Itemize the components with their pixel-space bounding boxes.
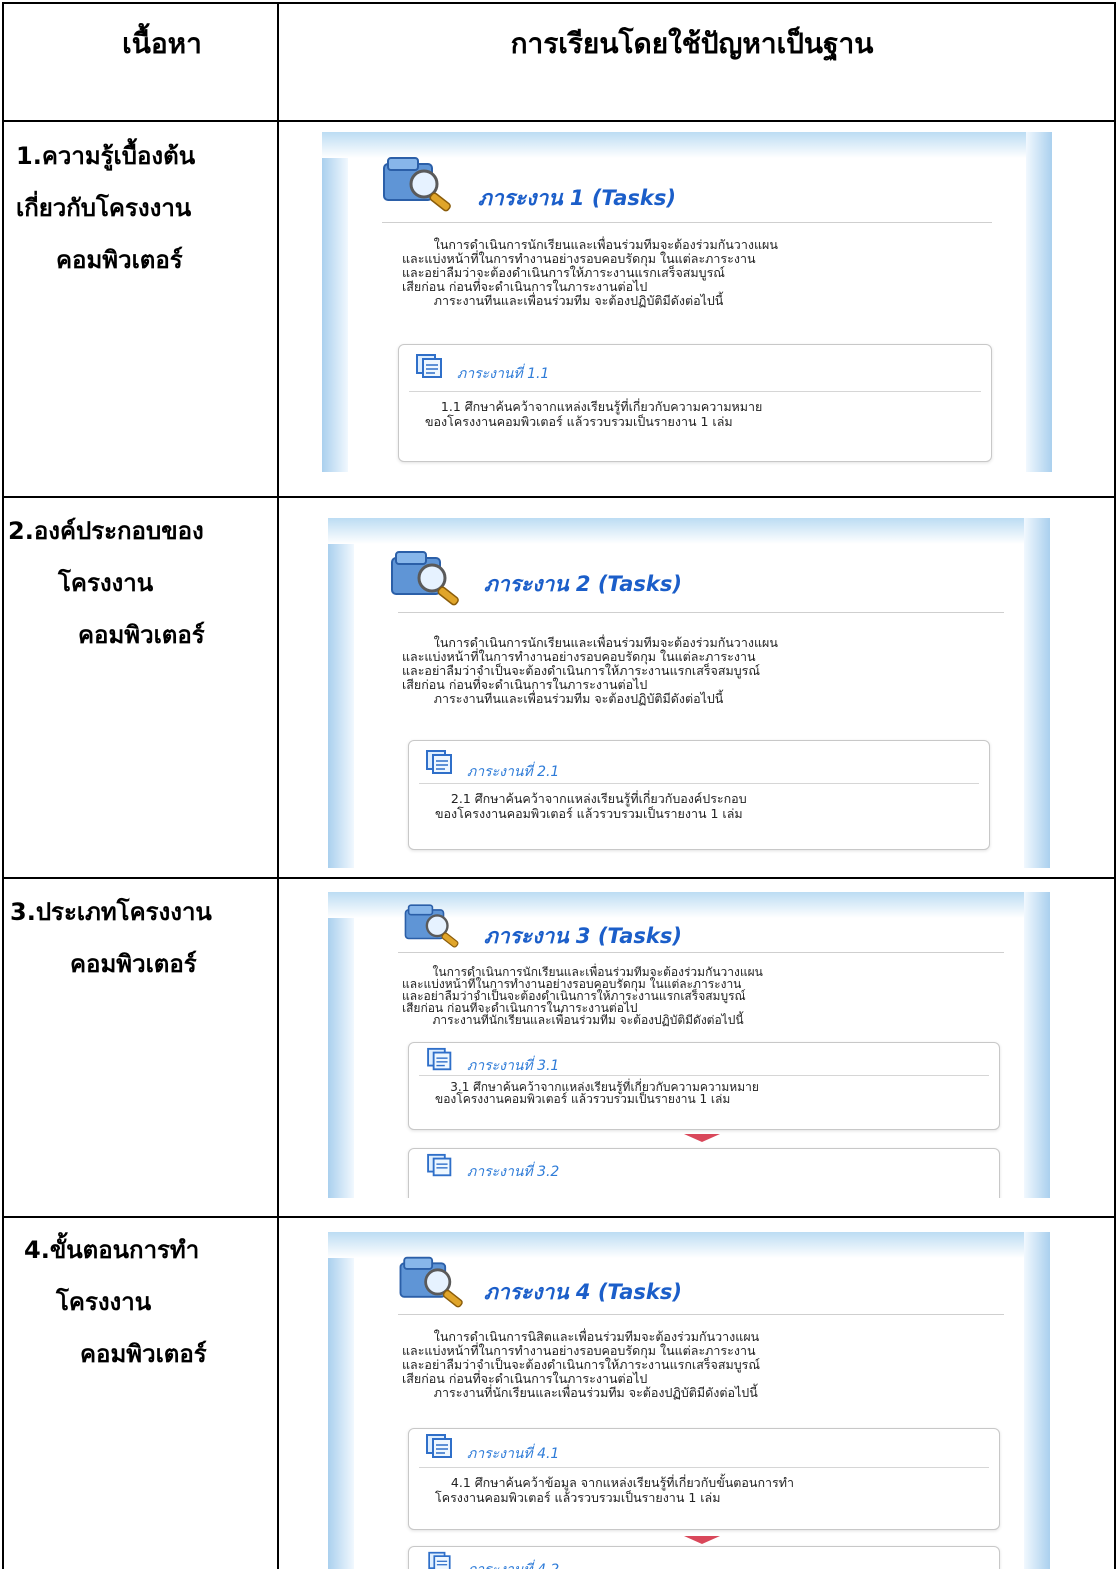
subtask-title: ภาระงานที่ 2.1 <box>467 764 560 780</box>
search-folder-icon <box>391 551 459 606</box>
documents-icon <box>416 354 442 378</box>
divider <box>409 391 981 392</box>
documents-icon <box>426 750 452 774</box>
header-content: เนื้อหา <box>122 27 202 60</box>
topic-line: คอมพิวเตอร์ <box>56 246 183 274</box>
subtask-title: ภาระงานที่ 4.2 <box>467 1559 559 1569</box>
subtask-card-3-1[interactable]: ภาระงานที่ 3.1 3.1 ศึกษาค้นคว้าจากแหล่งเ… <box>408 1042 1000 1130</box>
task-panel-instructions: ในการดำเนินการนักเรียนและเพื่อนร่วมทีมจะ… <box>402 237 778 308</box>
topic-line: เกี่ยวกับโครงงาน <box>16 194 192 222</box>
topic-line: 2.องค์ประกอบของ <box>8 517 204 545</box>
divider <box>419 1467 989 1468</box>
lesson-table: เนื้อหา การเรียนโดยใช้ปัญหาเป็นฐาน 1.ควา… <box>2 2 1116 1569</box>
column-divider <box>277 2 279 1569</box>
task-panel-title: ภาระงาน 1 (Tasks) <box>478 186 676 210</box>
divider <box>419 783 979 784</box>
task-panel-instructions: ในการดำเนินการนักเรียนและเพื่อนร่วมทีมจะ… <box>402 635 778 706</box>
topic-line: 4.ขั้นตอนการทำ <box>24 1236 200 1264</box>
search-folder-icon <box>404 904 459 948</box>
subtask-card-4-2[interactable]: ภาระงานที่ 4.2 <box>408 1546 1000 1569</box>
subtask-card-3-2[interactable]: ภาระงานที่ 3.2 <box>408 1148 1000 1198</box>
topic-line: 3.ประเภทโครงงาน <box>10 898 212 926</box>
header-pbl: การเรียนโดยใช้ปัญหาเป็นฐาน <box>510 27 874 60</box>
search-folder-icon <box>383 157 451 212</box>
subtask-card-1-1[interactable]: ภาระงานที่ 1.1 1.1 ศึกษาค้นคว้าจากแหล่งเ… <box>398 344 992 462</box>
documents-icon <box>427 1047 452 1071</box>
documents-icon <box>426 1434 452 1458</box>
subtask-title: ภาระงานที่ 3.2 <box>467 1164 560 1180</box>
topic-line: 1.ความรู้เบื้องต้น <box>16 142 196 170</box>
subtask-title: ภาระงานที่ 1.1 <box>457 366 550 382</box>
task-panel-title: ภาระงาน 3 (Tasks) <box>484 924 682 948</box>
subtask-card-2-1[interactable]: ภาระงานที่ 2.1 2.1 ศึกษาค้นคว้าจากแหล่งเ… <box>408 740 990 850</box>
search-folder-icon <box>399 1256 463 1308</box>
subtask-text: 1.1 ศึกษาค้นคว้าจากแหล่งเรียนรู้ที่เกี่ย… <box>425 399 763 429</box>
topic-line: โครงงาน <box>56 1288 152 1316</box>
table-border-top <box>2 2 1116 4</box>
divider <box>398 1314 1004 1315</box>
task-panel-instructions: ในการดำเนินการนิสิตและเพื่อนร่วมทีมจะต้อ… <box>402 1329 760 1400</box>
topic-cell-2: 2.องค์ประกอบของ โครงงาน คอมพิวเตอร์ <box>8 505 258 661</box>
task-panel-1: ภาระงาน 1 (Tasks) ในการดำเนินการนักเรียน… <box>322 132 1052 472</box>
topic-line: คอมพิวเตอร์ <box>70 950 197 978</box>
row-divider <box>2 877 1116 879</box>
task-panel-3: ภาระงาน 3 (Tasks) ในการดำเนินการนักเรียน… <box>328 892 1050 1198</box>
divider <box>382 222 992 223</box>
subtask-title: ภาระงานที่ 3.1 <box>467 1058 560 1074</box>
divider <box>419 1075 989 1076</box>
topic-cell-3: 3.ประเภทโครงงาน คอมพิวเตอร์ <box>10 886 260 990</box>
divider <box>398 612 1004 613</box>
row-divider <box>2 1216 1116 1218</box>
topic-line: โครงงาน <box>58 569 154 597</box>
scroll-down-arrow-icon[interactable] <box>684 1536 720 1544</box>
task-panel-title: ภาระงาน 4 (Tasks) <box>484 1280 682 1304</box>
table-border-left <box>2 2 4 1569</box>
subtask-card-4-1[interactable]: ภาระงานที่ 4.1 4.1 ศึกษาค้นคว้าข้อมูล จา… <box>408 1428 1000 1530</box>
scroll-down-arrow-icon[interactable] <box>684 1134 720 1142</box>
documents-icon <box>428 1551 451 1569</box>
task-panel-title: ภาระงาน 2 (Tasks) <box>484 572 682 596</box>
topic-cell-4: 4.ขั้นตอนการทำ โครงงาน คอมพิวเตอร์ <box>24 1224 274 1380</box>
subtask-text: 4.1 ศึกษาค้นคว้าข้อมูล จากแหล่งเรียนรู้ท… <box>435 1475 795 1505</box>
documents-icon <box>427 1153 452 1177</box>
divider <box>398 952 1004 953</box>
subtask-text: 3.1 ศึกษาค้นคว้าจากแหล่งเรียนรู้ที่เกี่ย… <box>435 1080 759 1106</box>
task-panel-instructions: ในการดำเนินการนักเรียนและเพื่อนร่วมทีมจะ… <box>402 965 763 1027</box>
subtask-title: ภาระงานที่ 4.1 <box>467 1446 560 1462</box>
row-divider <box>2 496 1116 498</box>
topic-line: คอมพิวเตอร์ <box>78 621 205 649</box>
task-panel-4: ภาระงาน 4 (Tasks) ในการดำเนินการนิสิตและ… <box>328 1232 1050 1569</box>
topic-cell-1: 1.ความรู้เบื้องต้น เกี่ยวกับโครงงาน คอมพ… <box>16 130 266 286</box>
topic-line: คอมพิวเตอร์ <box>80 1340 207 1368</box>
row-divider <box>2 120 1116 122</box>
task-panel-2: ภาระงาน 2 (Tasks) ในการดำเนินการนักเรียน… <box>328 518 1050 868</box>
subtask-text: 2.1 ศึกษาค้นคว้าจากแหล่งเรียนรู้ที่เกี่ย… <box>435 791 747 821</box>
